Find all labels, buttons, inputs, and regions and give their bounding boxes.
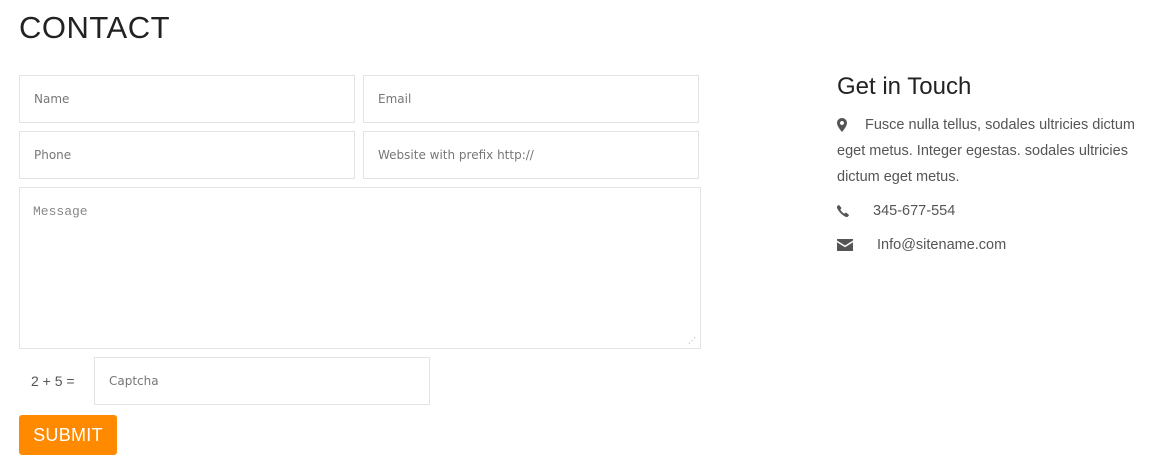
contact-page: CONTACT ⋰ 2 + 5 = SUBMIT Get in Touch Fu… [0,0,1174,470]
map-marker-icon [837,118,847,133]
website-field[interactable] [363,131,699,179]
contact-info-title: Get in Touch [837,73,972,100]
phone-icon [837,205,849,218]
page-title: CONTACT [19,10,171,45]
resize-grip-icon[interactable]: ⋰ [688,336,698,346]
submit-button[interactable]: SUBMIT [19,415,117,455]
captcha-field[interactable] [94,357,430,405]
contact-info-panel: Get in Touch Fusce nulla tellus, sodales… [837,70,1167,258]
email-field[interactable] [363,75,699,123]
envelope-icon [837,239,853,252]
email-row: Info@sitename.com [837,232,1167,258]
phone-field[interactable] [19,131,355,179]
email-address[interactable]: Info@sitename.com [877,237,1006,253]
address-text: Fusce nulla tellus, sodales ultricies di… [837,117,1135,185]
message-field[interactable] [19,187,701,349]
phone-row: 345-677-554 [837,198,1167,224]
phone-number[interactable]: 345-677-554 [873,203,955,219]
captcha-question: 2 + 5 = [31,373,75,389]
name-field[interactable] [19,75,355,123]
address-row: Fusce nulla tellus, sodales ultricies di… [837,112,1167,190]
